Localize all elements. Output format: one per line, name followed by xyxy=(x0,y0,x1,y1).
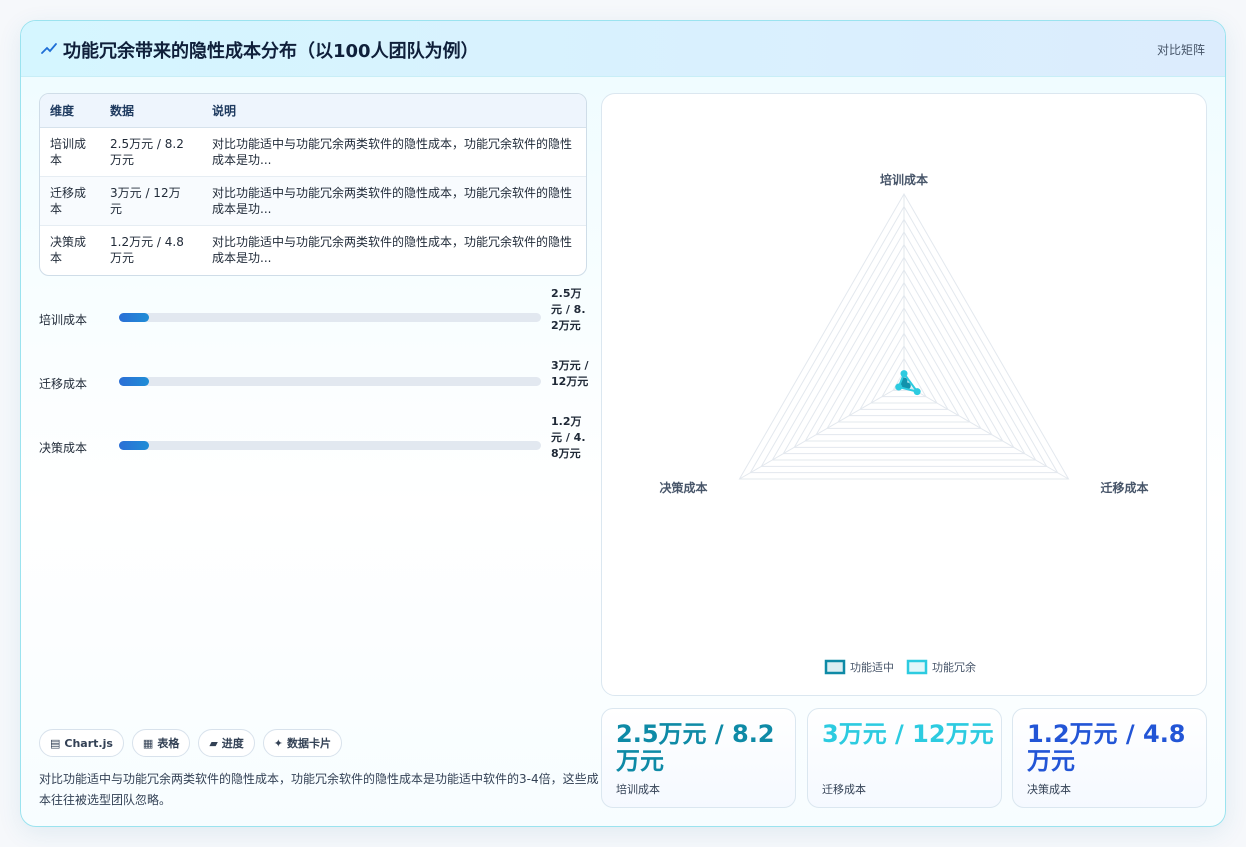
stat-value: 1.2万元 / 4.8万元 xyxy=(1027,720,1186,775)
progress-track xyxy=(119,441,541,450)
table-row: 迁移成本 3万元 / 12万元 对比功能适中与功能冗余两类软件的隐性成本，功能冗… xyxy=(40,176,586,226)
tag-label: 表格 xyxy=(157,737,180,750)
stat-card-training: 2.5万元 / 8.2万元 培训成本 xyxy=(601,708,796,808)
progress-icon: ▰ xyxy=(209,736,218,750)
progress-value: 3万元 / 12万元 xyxy=(551,359,589,388)
stat-value: 3万元 / 12万元 xyxy=(822,720,994,748)
table-cell-dimension: 决策成本 xyxy=(50,234,87,265)
table-icon: ▦ xyxy=(142,736,154,750)
page-title: 功能冗余带来的隐性成本分布（以100人团队为例） xyxy=(63,41,479,62)
radar-axis-line xyxy=(739,383,905,480)
column-header-data: 数据 xyxy=(100,94,202,128)
bar-chart-icon: ▤ xyxy=(50,736,61,750)
radar-chart-panel: 培训成本迁移成本 决策成本功能适中 功能冗余 xyxy=(601,93,1207,696)
stat-value: 2.5万元 / 8.2万元 xyxy=(616,720,775,775)
tag-label: 进度 xyxy=(221,737,244,750)
tag-data-card[interactable]: ✦ 数据卡片 xyxy=(262,729,343,757)
table-cell-note: 对比功能适中与功能冗余两类软件的隐性成本，功能冗余软件的隐性成本是功... xyxy=(202,127,586,177)
tag-progress[interactable]: ▰ 进度 xyxy=(198,729,255,757)
radar-axis-label: 培训成本 xyxy=(880,172,928,187)
column-header-dimension: 维度 xyxy=(40,94,100,128)
progress-value: 2.5万元 / 8.2万元 xyxy=(551,287,586,332)
progress-label: 培训成本 xyxy=(39,313,88,327)
radar-axis-label: 决策成本 xyxy=(659,480,707,495)
table-cell-dimension: 培训成本 xyxy=(40,127,100,177)
radar-axis-line xyxy=(903,383,1069,480)
table-cell-data: 3万元 / 12万元 xyxy=(100,176,202,226)
progress-fill xyxy=(119,441,149,450)
legend-label: 功能冗余 xyxy=(932,660,976,674)
cost-table: 维度 数据 说明 培训成本 2.5万元 / 8.2万元 对比功能适中与功能冗余两… xyxy=(39,93,587,276)
tag-chartjs[interactable]: ▤ Chart.js xyxy=(39,729,124,757)
sparkle-icon: ✦ xyxy=(273,736,284,750)
progress-fill xyxy=(119,313,149,322)
table-cell-dimension: 迁移成本 xyxy=(40,176,100,226)
radar-data-point xyxy=(895,383,903,391)
stat-label: 培训成本 xyxy=(616,783,660,796)
legend-label: 功能适中 xyxy=(850,660,894,674)
stat-card-migration: 3万元 / 12万元 迁移成本 xyxy=(807,708,1002,808)
stat-label: 迁移成本 xyxy=(822,783,866,796)
table-row: 决策成本 1.2万元 / 4.8万元 对比功能适中与功能冗余两类软件的隐性成本，… xyxy=(40,225,586,274)
progress-label: 决策成本 xyxy=(39,441,88,455)
trend-icon xyxy=(41,43,57,54)
tag-list: ▤ Chart.js ▦ 表格 ▰ 进度 ✦ 数据卡片 xyxy=(39,729,343,757)
column-header-note: 说明 xyxy=(202,94,586,128)
card-header: 功能冗余带来的隐性成本分布（以100人团队为例） 对比矩阵 xyxy=(21,21,1225,77)
table-cell-data: 1.2万元 / 4.8万元 xyxy=(110,234,184,265)
progress-track xyxy=(119,313,541,322)
table-cell-note: 对比功能适中与功能冗余两类软件的隐性成本，功能冗余软件的隐性成本是功... xyxy=(202,176,586,226)
table-cell-data: 2.5万元 / 8.2万元 xyxy=(100,127,202,177)
radar-data-point xyxy=(900,370,908,378)
radar-chart: 培训成本迁移成本 决策成本功能适中 功能冗余 xyxy=(659,172,1149,675)
progress-track xyxy=(119,377,541,386)
stat-card-decision: 1.2万元 / 4.8万元 决策成本 xyxy=(1012,708,1207,808)
stat-label: 决策成本 xyxy=(1027,783,1071,796)
legend-swatch xyxy=(906,659,928,675)
legend-swatch xyxy=(824,659,846,675)
compare-matrix-link[interactable]: 对比矩阵 xyxy=(1157,41,1205,58)
description-text: 对比功能适中与功能冗余两类软件的隐性成本，功能冗余软件的隐性成本是功能适中软件的… xyxy=(39,772,599,807)
tag-label: Chart.js xyxy=(64,736,113,750)
radar-axis-label: 迁移成本 xyxy=(1101,480,1149,495)
tag-label: 数据卡片 xyxy=(287,737,332,750)
main-card: 功能冗余带来的隐性成本分布（以100人团队为例） 对比矩阵 维度 数据 说明 培… xyxy=(20,20,1226,827)
table-header-row: 维度 数据 说明 xyxy=(40,94,586,128)
table-cell-note: 对比功能适中与功能冗余两类软件的隐性成本，功能冗余软件的隐性成本是功... xyxy=(212,234,573,265)
progress-value: 1.2万元 / 4.8万元 xyxy=(551,415,586,460)
tag-table[interactable]: ▦ 表格 xyxy=(131,729,191,757)
progress-fill xyxy=(119,377,149,386)
table-row: 培训成本 2.5万元 / 8.2万元 对比功能适中与功能冗余两类软件的隐性成本，… xyxy=(40,127,586,177)
radar-data-point xyxy=(913,388,921,396)
progress-label: 迁移成本 xyxy=(39,377,88,391)
